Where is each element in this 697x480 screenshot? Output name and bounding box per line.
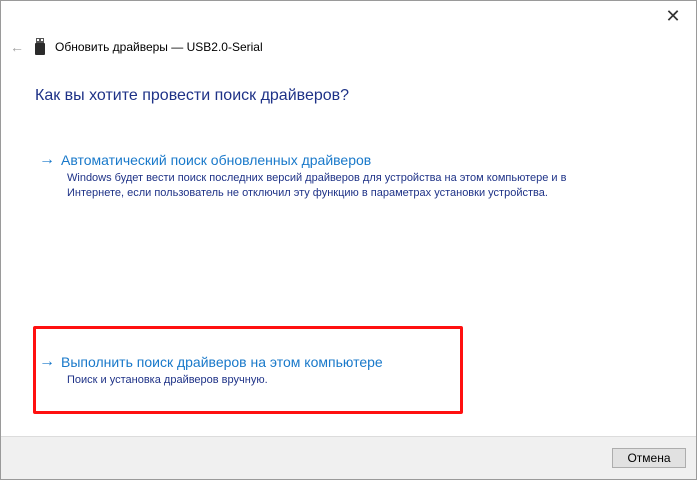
dialog-footer: Отмена [1, 436, 696, 479]
cancel-button[interactable]: Отмена [612, 448, 686, 468]
close-icon: ✕ [665, 5, 681, 26]
usb-device-icon [35, 38, 47, 56]
close-button[interactable]: ✕ [650, 1, 696, 31]
dialog-window: ✕ ← Обновить драйверы — USB2.0-Serial Ка… [0, 0, 697, 480]
title-row: ← Обновить драйверы — USB2.0-Serial [9, 37, 263, 57]
option-auto-search-desc-line2: Интернете, если пользователь не отключил… [67, 187, 548, 199]
page-heading: Как вы хотите провести поиск драйверов? [35, 87, 350, 104]
red-highlight-box [33, 326, 463, 414]
option-auto-search-desc-line1: Windows будет вести поиск последних верс… [67, 172, 567, 184]
arrow-right-icon: → [39, 151, 55, 168]
option-auto-search[interactable]: → Автоматический поиск обновленных драйв… [39, 151, 639, 201]
option-auto-search-title[interactable]: Автоматический поиск обновленных драйвер… [61, 151, 371, 169]
window-title: Обновить драйверы — USB2.0-Serial [55, 40, 263, 54]
option-auto-search-description: Windows будет вести поиск последних верс… [67, 171, 639, 201]
back-arrow-icon[interactable]: ← [9, 39, 25, 55]
